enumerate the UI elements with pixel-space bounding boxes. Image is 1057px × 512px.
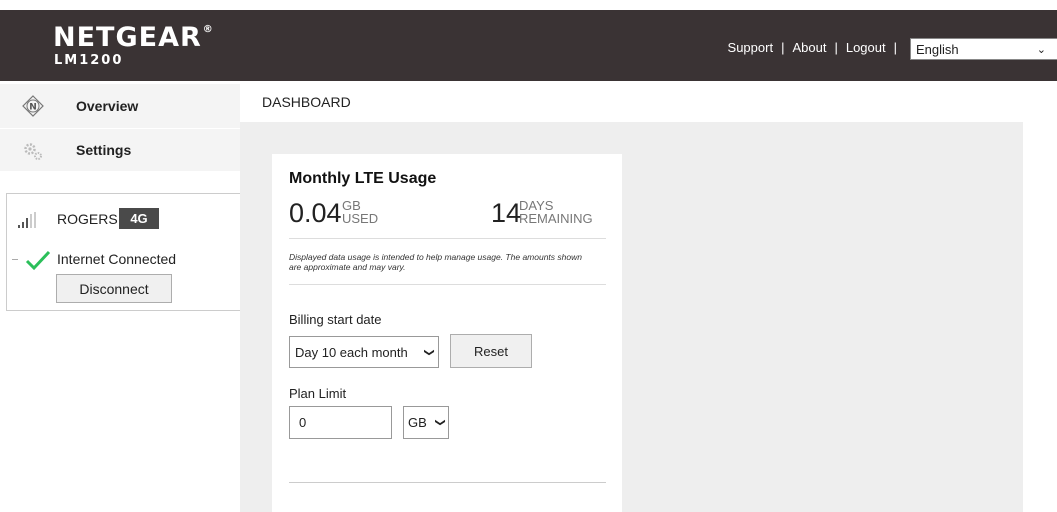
tab-dashboard[interactable]: DASHBOARD bbox=[240, 84, 400, 122]
days-remaining-unit: DAYS REMAINING bbox=[519, 198, 593, 226]
check-icon bbox=[25, 250, 51, 271]
divider bbox=[289, 238, 606, 239]
chevron-down-icon: ❯ bbox=[423, 347, 435, 357]
divider bbox=[289, 482, 606, 483]
chevron-down-icon: ❯ bbox=[434, 418, 446, 427]
card-title: Monthly LTE Usage bbox=[289, 170, 437, 187]
sidebar-item-label: Settings bbox=[76, 142, 132, 158]
usage-unit: GB USED bbox=[342, 198, 379, 226]
top-links: Support | About | Logout | bbox=[727, 40, 897, 55]
about-link[interactable]: About bbox=[792, 40, 826, 55]
sidebar-item-overview[interactable]: N Overview bbox=[0, 84, 240, 128]
model-name: LM1200 bbox=[54, 53, 124, 68]
billing-start-value: Day 10 each month bbox=[295, 344, 408, 360]
netgear-n-icon: N bbox=[22, 95, 44, 117]
disconnect-button[interactable]: Disconnect bbox=[56, 274, 172, 303]
divider bbox=[289, 284, 606, 285]
lte-usage-card: Monthly LTE Usage 0.04 GB USED 14 DAYS R… bbox=[272, 154, 622, 512]
language-select[interactable]: English ⌄ bbox=[910, 38, 1057, 60]
plan-limit-input[interactable] bbox=[289, 406, 392, 439]
support-link[interactable]: Support bbox=[728, 40, 774, 55]
billing-start-select[interactable]: Day 10 each month ❯ bbox=[289, 336, 439, 368]
signal-strength-icon bbox=[18, 212, 36, 228]
plan-limit-label: Plan Limit bbox=[289, 386, 347, 401]
days-remaining-value: 14 bbox=[491, 198, 522, 228]
billing-start-label: Billing start date bbox=[289, 312, 382, 327]
language-value: English bbox=[916, 41, 959, 57]
svg-text:N: N bbox=[29, 103, 37, 113]
logout-link[interactable]: Logout bbox=[846, 40, 886, 55]
sidebar-item-settings[interactable]: Settings bbox=[0, 129, 240, 171]
gears-icon bbox=[24, 143, 42, 160]
connection-status-panel: ROGERS 4G Internet Connected Disconnect bbox=[6, 193, 241, 311]
top-header: NETGEAR® LM1200 Support | About | Logout… bbox=[0, 10, 1057, 81]
usage-value: 0.04 bbox=[289, 198, 342, 228]
sidebar-item-label: Overview bbox=[76, 98, 139, 114]
plan-unit-select[interactable]: GB ❯ bbox=[403, 406, 449, 439]
plan-unit-value: GB bbox=[408, 415, 427, 430]
divider bbox=[12, 259, 18, 260]
connection-status-text: Internet Connected bbox=[57, 251, 177, 267]
chevron-down-icon: ⌄ bbox=[1036, 43, 1046, 56]
netgear-logo: NETGEAR® bbox=[53, 22, 214, 53]
carrier-name: ROGERS bbox=[57, 211, 118, 227]
usage-disclaimer: Displayed data usage is intended to help… bbox=[289, 252, 582, 272]
network-type-badge: 4G bbox=[119, 208, 159, 229]
reset-button[interactable]: Reset bbox=[450, 334, 532, 368]
